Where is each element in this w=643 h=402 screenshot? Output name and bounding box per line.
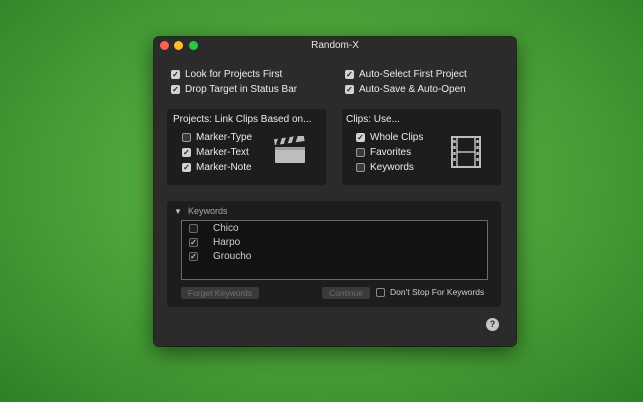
clapperboard-icon [274, 136, 305, 163]
look-for-projects-first-checkbox[interactable]: ✓ [171, 70, 180, 79]
keyword-chico-label: Chico [213, 223, 239, 234]
keywords-panel: ▼ Keywords Chico ✓ Harpo ✓ Groucho Forge… [167, 201, 501, 307]
auto-select-first-project-option[interactable]: ✓ Auto-Select First Project [345, 69, 467, 80]
disclosure-triangle-icon[interactable]: ▼ [174, 207, 182, 216]
help-button[interactable]: ? [486, 318, 499, 331]
drop-target-status-bar-option[interactable]: ✓ Drop Target in Status Bar [171, 84, 297, 95]
marker-note-label: Marker-Note [196, 162, 252, 173]
keyword-groucho-checkbox[interactable]: ✓ [189, 252, 198, 261]
favorites-checkbox[interactable] [356, 148, 365, 157]
marker-note-option[interactable]: ✓ Marker-Note [182, 162, 252, 173]
keywords-section-label: Keywords [188, 206, 228, 216]
keyword-chico-checkbox[interactable] [189, 224, 198, 233]
forget-keywords-button[interactable]: Forget Keywords [181, 287, 259, 299]
continue-button[interactable]: Continue [322, 287, 370, 299]
auto-select-first-project-label: Auto-Select First Project [359, 69, 467, 80]
dont-stop-for-keywords-checkbox[interactable] [376, 287, 385, 297]
keyword-harpo-label: Harpo [213, 237, 241, 248]
auto-select-first-project-checkbox[interactable]: ✓ [345, 70, 354, 79]
marker-text-option[interactable]: ✓ Marker-Text [182, 147, 249, 158]
auto-save-auto-open-checkbox[interactable]: ✓ [345, 85, 354, 94]
look-for-projects-first-option[interactable]: ✓ Look for Projects First [171, 69, 282, 80]
auto-save-auto-open-option[interactable]: ✓ Auto-Save & Auto-Open [345, 84, 466, 95]
dont-stop-for-keywords-label: Don't Stop For Keywords [390, 287, 485, 297]
drop-target-status-bar-checkbox[interactable]: ✓ [171, 85, 180, 94]
window-title: Random-X [311, 40, 359, 51]
marker-type-label: Marker-Type [196, 132, 253, 143]
favorites-option[interactable]: Favorites [356, 147, 411, 158]
projects-panel-title: Projects: Link Clips Based on... [173, 114, 312, 125]
whole-clips-option[interactable]: ✓ Whole Clips [356, 132, 423, 143]
keywords-clip-label: Keywords [370, 162, 414, 173]
clips-panel-title: Clips: Use... [346, 114, 400, 125]
marker-type-checkbox[interactable] [182, 133, 191, 142]
title-bar: Random-X [154, 37, 516, 57]
look-for-projects-first-label: Look for Projects First [185, 69, 283, 80]
keyword-groucho-label: Groucho [213, 251, 252, 262]
marker-text-label: Marker-Text [196, 147, 249, 158]
drop-target-status-bar-label: Drop Target in Status Bar [185, 84, 298, 95]
marker-note-checkbox[interactable]: ✓ [182, 163, 191, 172]
random-x-window: Random-X ✓ Look for Projects First ✓ Dro… [154, 37, 516, 346]
projects-panel: Projects: Link Clips Based on... Marker-… [167, 109, 326, 185]
keyword-item-groucho[interactable]: ✓ Groucho [189, 251, 251, 262]
marker-type-option[interactable]: Marker-Type [182, 132, 252, 143]
favorites-label: Favorites [370, 147, 412, 158]
keywords-clip-checkbox[interactable] [356, 163, 365, 172]
dont-stop-for-keywords-option[interactable]: Don't Stop For Keywords [376, 287, 484, 297]
whole-clips-label: Whole Clips [370, 132, 424, 143]
keyword-harpo-checkbox[interactable]: ✓ [189, 238, 198, 247]
keyword-item-chico[interactable]: Chico [189, 223, 239, 234]
auto-save-auto-open-label: Auto-Save & Auto-Open [359, 84, 466, 95]
marker-text-checkbox[interactable]: ✓ [182, 148, 191, 157]
keyword-item-harpo[interactable]: ✓ Harpo [189, 237, 240, 248]
film-strip-icon [451, 136, 481, 168]
keywords-list[interactable]: Chico ✓ Harpo ✓ Groucho [181, 220, 488, 280]
whole-clips-checkbox[interactable]: ✓ [356, 133, 365, 142]
keywords-clip-option[interactable]: Keywords [356, 162, 414, 173]
clips-panel: Clips: Use... ✓ Whole Clips Favorites Ke… [342, 109, 501, 185]
